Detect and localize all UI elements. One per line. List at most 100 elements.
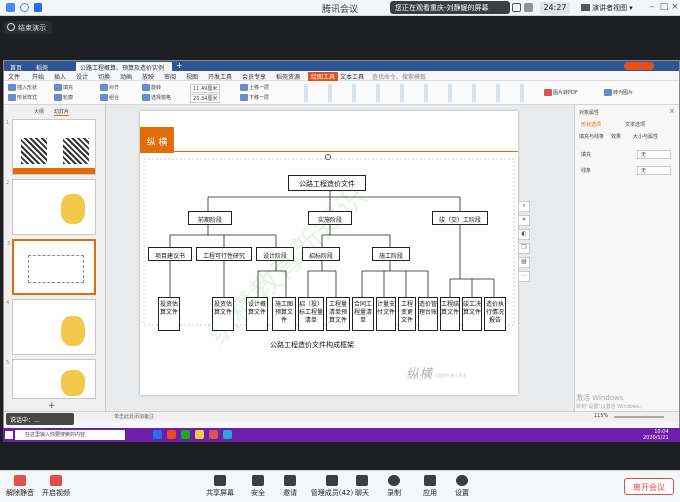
meeting-title: 腾讯会议: [321, 5, 358, 15]
height-field[interactable]: 11.49厘米: [190, 84, 221, 93]
doc-settlement: 工程结算文件: [440, 297, 460, 331]
app-icon[interactable]: [167, 430, 176, 439]
ribbon-send-backward[interactable]: 下移一层: [240, 94, 269, 101]
ribbon-align[interactable]: 对齐: [100, 84, 119, 91]
menu-animation[interactable]: 动画: [120, 72, 132, 81]
slide[interactable]: 纵 横 纵横教育新知识 公路工程造价文件 前期阶段 实施阶段 竣（交）工阶段 项…: [140, 111, 518, 395]
record-button[interactable]: 录制: [374, 475, 414, 498]
ribbon-shape-gallery[interactable]: [294, 84, 534, 102]
ribbon-outline[interactable]: 轮廓: [54, 94, 73, 101]
chart-icon[interactable]: [524, 3, 533, 12]
ribbon-image-to-pdf[interactable]: 图片转PDF: [544, 89, 578, 96]
slide-thumbnail[interactable]: 1: [6, 119, 96, 175]
slide-thumbnail-selected[interactable]: 3: [7, 239, 96, 295]
zoom-level[interactable]: 115%: [594, 413, 608, 419]
windows-start-icon[interactable]: [5, 431, 13, 439]
doc-payment: 计量支付文件: [376, 297, 396, 331]
app-icon[interactable]: [153, 430, 162, 439]
slide-thumbnail[interactable]: 4: [6, 299, 96, 355]
tab-text-options[interactable]: 文本选项: [625, 121, 645, 128]
folder-icon[interactable]: [195, 430, 204, 439]
tab-shape-options[interactable]: 形状选项: [581, 121, 601, 128]
menu-design[interactable]: 设计: [76, 72, 88, 81]
close-icon[interactable]: ×: [669, 107, 675, 115]
item-bidding: 招标阶段: [302, 247, 340, 261]
menu-docer-resources[interactable]: 稻壳资源: [276, 72, 300, 81]
meeting-title-bar: 腾讯会议 您正在观看重庆-刘静媛的屏幕 24:27 演讲者视图 ▾ – □ ×: [0, 0, 680, 16]
ribbon-selection-pane[interactable]: 选择窗格: [142, 94, 171, 101]
menu-view[interactable]: 视图: [186, 72, 198, 81]
zoom-icon[interactable]: ⌕: [518, 201, 530, 212]
settings-button[interactable]: 设置: [442, 475, 482, 498]
meeting-icon[interactable]: [223, 430, 232, 439]
ribbon-to-image[interactable]: 转为图片: [604, 89, 633, 96]
ribbon-fill[interactable]: 填充: [54, 84, 73, 91]
width-field[interactable]: 23.34厘米: [190, 94, 221, 103]
diagram-caption: 公路工程造价文件构成框架: [270, 341, 354, 349]
item-proposal: 项目建议书: [148, 247, 192, 261]
menu-insert[interactable]: 插入: [54, 72, 66, 81]
ribbon-shape-style[interactable]: 形状样式: [8, 94, 37, 101]
start-video-button[interactable]: 开启视频: [36, 475, 76, 498]
share-screen-icon: [214, 475, 226, 486]
ribbon-rotate[interactable]: 旋转: [142, 84, 161, 91]
menu-member[interactable]: 会员专享: [242, 72, 266, 81]
sign-in-badge[interactable]: [624, 62, 654, 70]
subtab-effect[interactable]: 效果: [611, 133, 621, 140]
tab-home[interactable]: 首页: [6, 62, 26, 72]
view-mode-button[interactable]: 演讲者视图 ▾: [580, 1, 640, 15]
menu-drawing-tools[interactable]: 绘图工具: [308, 72, 339, 81]
doc-ledger: 造价管理台账: [418, 297, 438, 331]
gear-icon: [456, 475, 468, 486]
leave-meeting-button[interactable]: 离开会议: [624, 478, 674, 495]
ribbon-insert-shape[interactable]: 插入形状: [8, 84, 37, 91]
search-command-input[interactable]: 查找命令、搜索模板: [372, 72, 426, 81]
menu-review[interactable]: 审阅: [164, 72, 176, 81]
menu-developer[interactable]: 开发工具: [208, 72, 232, 81]
rotate-handle-icon[interactable]: [325, 154, 331, 160]
add-slide-icon[interactable]: +: [48, 401, 56, 411]
tab-document[interactable]: 公路工程概算、预算及造价实例: [76, 62, 172, 72]
menu-slideshow[interactable]: 放映: [142, 72, 154, 81]
taskbar-search-input[interactable]: 在这里输入你要搜索的内容: [15, 430, 125, 440]
unmute-button[interactable]: 解除静音: [0, 475, 40, 498]
slide-thumbnail[interactable]: 2: [6, 179, 96, 235]
style-icon: [8, 94, 16, 101]
layer-icon[interactable]: ❐: [518, 243, 530, 254]
subtab-size-props[interactable]: 大小与属性: [633, 133, 658, 140]
menu-file[interactable]: 文件: [8, 72, 20, 81]
share-area: 结束演示: [0, 16, 680, 61]
signal-icon[interactable]: [512, 3, 521, 12]
stop-share-button[interactable]: 结束演示: [4, 21, 52, 34]
menu-transition[interactable]: 切换: [98, 72, 110, 81]
wps-icon[interactable]: [209, 430, 218, 439]
effect-icon[interactable]: ◐: [518, 229, 530, 240]
add-tab-icon[interactable]: +: [176, 61, 183, 70]
close-icon[interactable]: ×: [669, 2, 680, 14]
ribbon-group[interactable]: 组合: [100, 94, 119, 101]
more-icon[interactable]: ⋯: [518, 271, 530, 282]
tab-docer[interactable]: 稻壳: [32, 62, 52, 72]
subtab-fill-line[interactable]: 填充与线条: [579, 133, 604, 140]
notes-hint[interactable]: 单击此处添加备注: [114, 413, 154, 420]
line-row[interactable]: 线条 无: [577, 165, 677, 177]
pane-icon: [142, 94, 150, 101]
tab-outline[interactable]: 大纲: [34, 108, 44, 115]
ribbon-bring-forward[interactable]: 上移一层: [240, 84, 269, 91]
share-screen-button[interactable]: 共享屏幕: [200, 475, 240, 498]
align-icon: [100, 84, 108, 91]
minimize-icon[interactable]: –: [646, 2, 658, 14]
tab-slides[interactable]: 幻灯片: [54, 108, 70, 116]
menu-start[interactable]: 开始: [32, 72, 44, 81]
style-icon[interactable]: ▤: [518, 257, 530, 268]
slide-thumbnail[interactable]: 5: [6, 359, 96, 399]
doc-execution-report: 造价执行情况报告: [484, 297, 506, 331]
menu-text-tools[interactable]: 文本工具: [340, 72, 364, 81]
panel-title: 对象属性: [579, 110, 600, 116]
tiger-mascot: [61, 194, 85, 224]
crop-icon[interactable]: ⌗: [518, 215, 530, 226]
tiger-mascot: [61, 316, 85, 346]
wechat-icon[interactable]: [181, 430, 190, 439]
zoom-slider[interactable]: [614, 416, 664, 418]
fill-row[interactable]: 填充 无: [577, 149, 677, 161]
